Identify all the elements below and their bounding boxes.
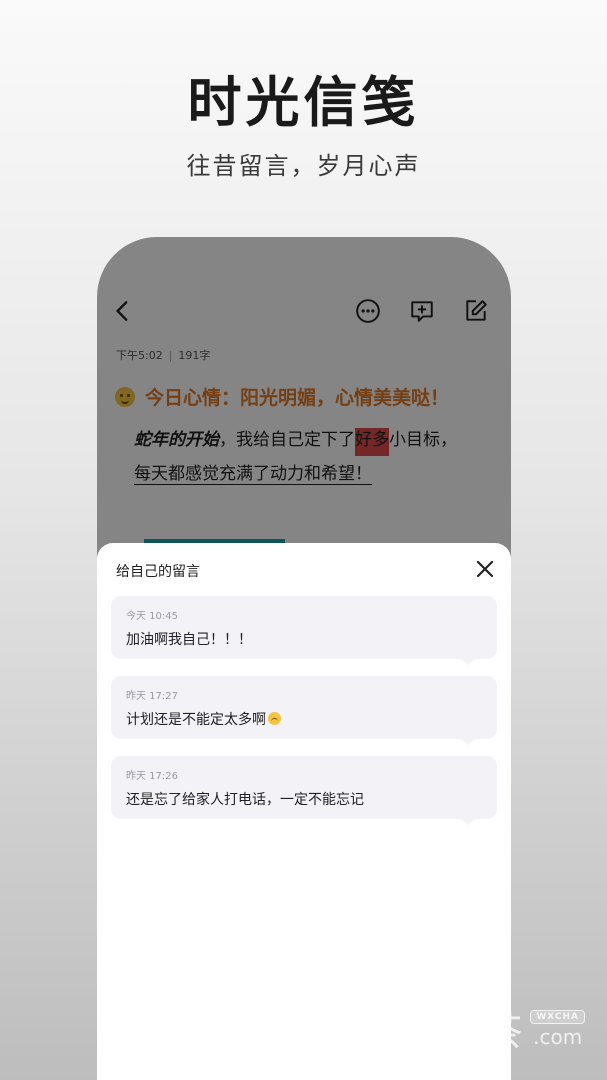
watermark-com: .com	[533, 1024, 583, 1049]
message-time: 昨天 17:27	[126, 691, 178, 702]
message-bubble[interactable]: 今天 10:45 加油啊我自己！！！	[111, 596, 497, 665]
phone-frame: 下午5:02 | 191字 今日心情：阳光明媚，心情美美哒！ 蛇年的开始，我给自己定…	[97, 237, 511, 1080]
message-list: 今天 10:45 加油啊我自己！！！ 昨天 17:27 计划还是不能定太多啊 昨…	[111, 596, 497, 836]
message-bubble[interactable]: 昨天 17:26 还是忘了给家人打电话，一定不能忘记	[111, 756, 497, 825]
message-bubble[interactable]: 昨天 17:27 计划还是不能定太多啊	[111, 676, 497, 745]
watermark-badge: WXCHA	[530, 1009, 585, 1024]
message-text: 还是忘了给家人打电话，一定不能忘记	[126, 792, 364, 808]
watermark: 微茶 WXCHA .com	[440, 1000, 585, 1058]
message-time: 昨天 17:26	[126, 771, 178, 782]
worried-emoji-icon	[268, 712, 281, 725]
watermark-right: WXCHA .com	[530, 1009, 585, 1049]
hero-subtitle: 往昔留言，岁月心声	[186, 152, 421, 180]
message-text: 计划还是不能定太多啊	[126, 712, 266, 728]
hero-title: 时光信笺	[187, 70, 420, 134]
watermark-cn: 微茶	[440, 1010, 525, 1056]
message-text-row: 计划还是不能定太多啊	[126, 709, 482, 729]
message-time: 今天 10:45	[126, 611, 178, 622]
message-text: 加油啊我自己！！！	[126, 632, 252, 648]
close-button[interactable]	[473, 557, 497, 581]
close-icon	[476, 560, 494, 578]
sheet-title: 给自己的留言	[116, 564, 200, 580]
